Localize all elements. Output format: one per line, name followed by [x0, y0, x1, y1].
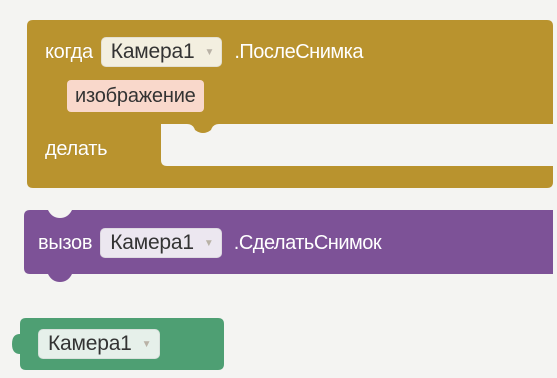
component-dropdown[interactable]: Камера1 ▼ [38, 329, 160, 359]
component-dropdown-label: Камера1 [110, 40, 195, 63]
dropdown-arrow-icon: ▼ [203, 237, 214, 249]
dropdown-arrow-icon: ▼ [141, 338, 152, 350]
call-keyword: вызов [38, 231, 93, 254]
component-dropdown[interactable]: Камера1 ▼ [100, 37, 223, 67]
method-name: .СделатьСнимок [233, 231, 382, 254]
component-dropdown[interactable]: Камера1 ▼ [100, 228, 222, 258]
component-dropdown-label: Камера1 [48, 332, 132, 355]
camera-after-picture-event-block[interactable]: когда Камера1 ▼ .ПослеСнимка изображение… [27, 20, 553, 188]
event-header-row: когда Камера1 ▼ .ПослеСнимка [45, 34, 363, 70]
blocks-workspace: когда Камера1 ▼ .ПослеСнимка изображение… [0, 0, 557, 378]
parameter-label: изображение [75, 84, 196, 107]
event-parameter[interactable]: изображение [67, 80, 204, 112]
camera-component-block[interactable]: Камера1 ▼ [12, 318, 224, 370]
event-name: .ПослеСнимка [234, 40, 363, 63]
do-keyword: делать [45, 137, 108, 160]
do-row: делать [45, 134, 108, 164]
dropdown-arrow-icon: ▼ [204, 46, 215, 58]
call-row: вызов Камера1 ▼ .СделатьСнимок [38, 225, 382, 261]
component-row: Камера1 ▼ [38, 328, 160, 360]
take-picture-call-block[interactable]: вызов Камера1 ▼ .СделатьСнимок [24, 210, 553, 290]
component-dropdown-label: Камера1 [110, 231, 194, 254]
when-keyword: когда [45, 40, 93, 63]
